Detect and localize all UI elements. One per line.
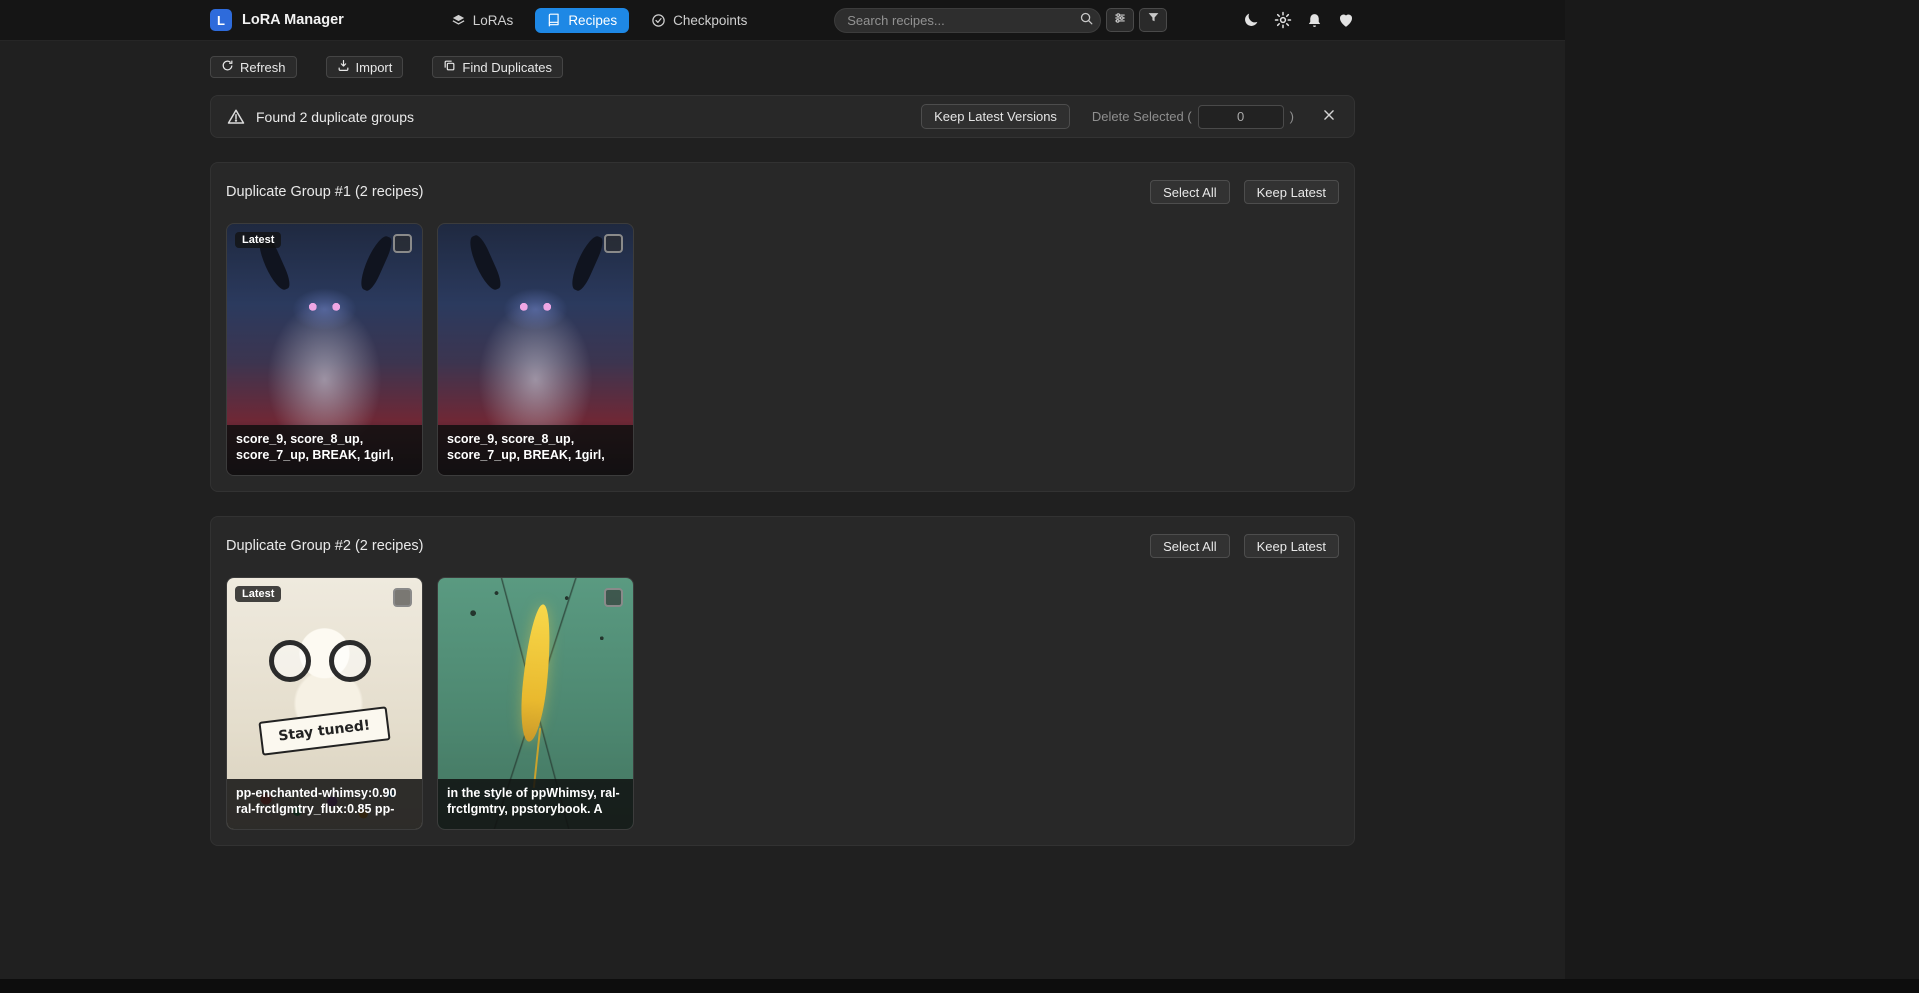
group-1-actions: Select All Keep Latest: [1150, 180, 1339, 204]
delete-selected-prefix: Delete Selected (: [1092, 109, 1192, 124]
tab-recipes[interactable]: Recipes: [535, 8, 629, 33]
duplicate-group-panel-2: Duplicate Group #2 (2 recipes) Select Al…: [210, 516, 1355, 846]
card-select-checkbox[interactable]: [393, 234, 412, 253]
navbar: L LoRA Manager LoRAs Recipes: [0, 0, 1565, 41]
tab-checkpoints-label: Checkpoints: [673, 13, 747, 28]
moon-icon[interactable]: [1242, 11, 1260, 29]
recipe-card[interactable]: score_9, score_8_up, score_7_up, BREAK, …: [437, 223, 634, 476]
recipe-card[interactable]: Stay tuned! Latest pp-enchanted-whimsy:0…: [226, 577, 423, 830]
delete-selected-suffix: ): [1290, 109, 1294, 124]
import-icon: [337, 59, 350, 75]
tab-recipes-label: Recipes: [568, 13, 617, 28]
app-logo: L: [210, 9, 232, 31]
sliders-filter-button[interactable]: [1106, 8, 1134, 32]
card-select-checkbox[interactable]: [393, 588, 412, 607]
recipe-card[interactable]: Latest score_9, score_8_up, score_7_up, …: [226, 223, 423, 476]
recipe-caption: in the style of ppWhimsy, ral-frctlgmtry…: [438, 779, 633, 829]
group-1-header: Duplicate Group #1 (2 recipes) Select Al…: [226, 178, 1339, 206]
find-duplicates-button[interactable]: Find Duplicates: [432, 56, 563, 78]
tab-checkpoints[interactable]: Checkpoints: [639, 8, 759, 33]
recipe-card[interactable]: in the style of ppWhimsy, ral-frctlgmtry…: [437, 577, 634, 830]
keep-latest-versions-button[interactable]: Keep Latest Versions: [921, 104, 1070, 129]
check-circle-icon: [651, 13, 666, 28]
latest-badge: Latest: [235, 586, 281, 602]
banner-close-button[interactable]: [1320, 106, 1338, 127]
stay-tuned-sign: Stay tuned!: [259, 706, 391, 755]
navbar-inner: L LoRA Manager LoRAs Recipes: [210, 0, 1355, 40]
card-select-checkbox[interactable]: [604, 588, 623, 607]
search-area: [834, 8, 1167, 33]
banner-actions: Keep Latest Versions Delete Selected ( ): [921, 104, 1338, 129]
book-icon: [547, 13, 561, 27]
group-2-cards: Stay tuned! Latest pp-enchanted-whimsy:0…: [226, 577, 1339, 830]
latest-badge: Latest: [235, 232, 281, 248]
navbar-actions: [1242, 11, 1355, 29]
funnel-filter-button[interactable]: [1139, 8, 1167, 32]
group-2-keep-latest-button[interactable]: Keep Latest: [1244, 534, 1339, 558]
warning-icon: [227, 108, 245, 126]
search-icon: [1079, 11, 1094, 29]
group-1-cards: Latest score_9, score_8_up, score_7_up, …: [226, 223, 1339, 476]
app-logo-letter: L: [217, 13, 225, 28]
search-box: [834, 8, 1101, 33]
app-title: LoRA Manager: [242, 12, 344, 28]
find-duplicates-button-label: Find Duplicates: [462, 60, 552, 75]
bell-icon[interactable]: [1306, 12, 1323, 29]
recipe-caption: score_9, score_8_up, score_7_up, BREAK, …: [438, 425, 633, 475]
search-button[interactable]: [1075, 10, 1097, 31]
duplicates-banner: Found 2 duplicate groups Keep Latest Ver…: [210, 95, 1355, 138]
app-viewport: L LoRA Manager LoRAs Recipes: [0, 0, 1565, 979]
group-1-keep-latest-button[interactable]: Keep Latest: [1244, 180, 1339, 204]
banner-message: Found 2 duplicate groups: [256, 109, 414, 125]
duplicate-group-panel-1: Duplicate Group #1 (2 recipes) Select Al…: [210, 162, 1355, 492]
import-button[interactable]: Import: [326, 56, 404, 78]
nav-tabs: LoRAs Recipes Checkpoints: [439, 8, 760, 33]
group-1-select-all-button[interactable]: Select All: [1150, 180, 1229, 204]
sliders-icon: [1113, 11, 1127, 30]
delete-selected-control[interactable]: Delete Selected ( ): [1092, 105, 1294, 129]
gear-icon[interactable]: [1274, 11, 1292, 29]
card-select-checkbox[interactable]: [604, 234, 623, 253]
close-icon: [1322, 108, 1336, 125]
group-1-title: Duplicate Group #1 (2 recipes): [226, 184, 423, 200]
toolbar: Refresh Import Find Duplicates: [210, 56, 1355, 78]
group-2-title: Duplicate Group #2 (2 recipes): [226, 538, 423, 554]
refresh-button-label: Refresh: [240, 60, 286, 75]
banner-message-wrap: Found 2 duplicate groups: [227, 108, 414, 126]
import-button-label: Import: [356, 60, 393, 75]
tab-loras[interactable]: LoRAs: [439, 8, 526, 33]
group-2-select-all-button[interactable]: Select All: [1150, 534, 1229, 558]
group-2-header: Duplicate Group #2 (2 recipes) Select Al…: [226, 532, 1339, 560]
delete-count-input[interactable]: [1198, 105, 1284, 129]
duplicates-icon: [443, 59, 456, 75]
funnel-icon: [1147, 11, 1160, 29]
bottom-strip: [0, 979, 1919, 993]
tab-loras-label: LoRAs: [473, 13, 514, 28]
heart-icon[interactable]: [1337, 11, 1355, 29]
refresh-icon: [221, 59, 234, 75]
group-2-actions: Select All Keep Latest: [1150, 534, 1339, 558]
recipe-caption: pp-enchanted-whimsy:0.90 ral-frctlgmtry_…: [227, 779, 422, 829]
layers-icon: [451, 13, 466, 28]
recipe-caption: score_9, score_8_up, score_7_up, BREAK, …: [227, 425, 422, 475]
search-input[interactable]: [834, 8, 1101, 33]
refresh-button[interactable]: Refresh: [210, 56, 297, 78]
